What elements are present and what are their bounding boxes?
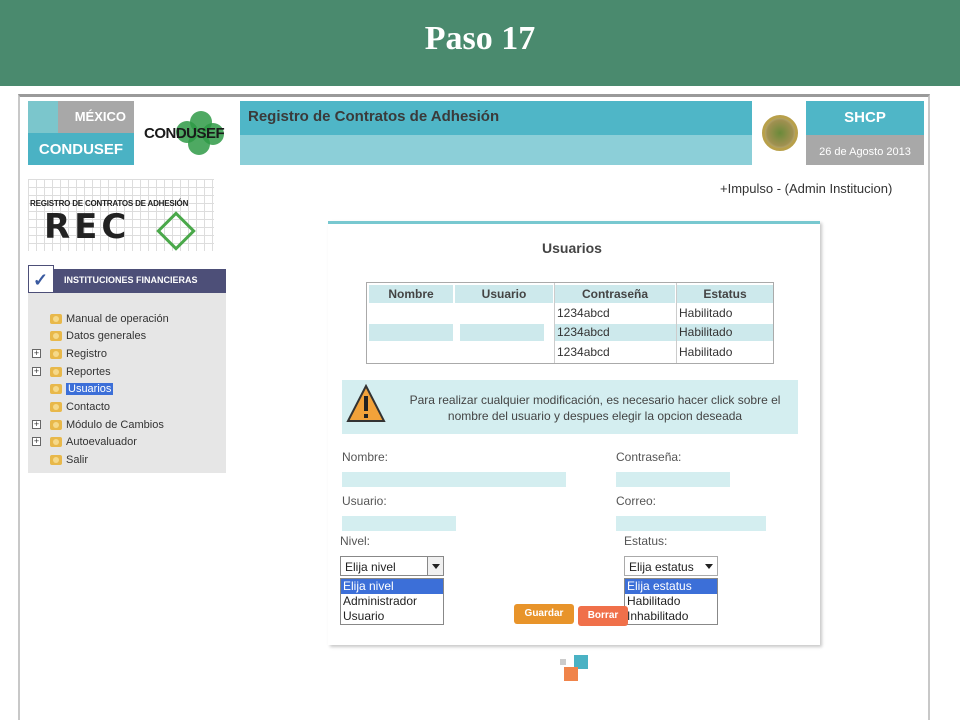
header-date: 26 de Agosto 2013: [806, 135, 924, 165]
warning-text: Para realizar cualquier modificación, es…: [409, 393, 781, 423]
sidebar-item-contacto[interactable]: Contacto: [28, 399, 226, 416]
folder-icon: [50, 437, 62, 447]
expand-icon[interactable]: +: [32, 367, 41, 376]
table-row-1-nombre[interactable]: [369, 305, 453, 322]
condusef-logo: CONDUSEF: [134, 101, 240, 165]
chevron-down-icon[interactable]: [701, 557, 717, 575]
col-header-contrasena: Contraseña: [555, 285, 675, 303]
sidebar-item-manual[interactable]: Manual de operación: [28, 311, 226, 328]
sidebar-item-registro[interactable]: + Registro: [28, 346, 226, 363]
table-row-3-estatus: Habilitado: [679, 345, 733, 359]
table-row-2-usuario: [460, 324, 544, 341]
warning-box: Para realizar cualquier modificación, es…: [342, 380, 798, 434]
reca-logo: REGISTRO DE CONTRATOS DE ADHESIÓN REC: [28, 179, 214, 251]
contrasena-input[interactable]: [616, 472, 730, 487]
deco-square-gray: [560, 659, 566, 665]
expand-icon[interactable]: +: [32, 437, 41, 446]
nivel-label: Nivel:: [340, 534, 371, 548]
folder-icon: [50, 384, 62, 394]
sidebar-item-salir[interactable]: Salir: [28, 452, 226, 469]
guardar-button[interactable]: Guardar: [514, 604, 574, 624]
sidebar-item-usuarios[interactable]: Usuarios: [28, 381, 226, 398]
folder-icon: [50, 349, 62, 359]
usuario-label: Usuario:: [342, 494, 387, 508]
folder-icon: [50, 455, 62, 465]
user-info[interactable]: +Impulso - (Admin Institucion): [720, 181, 892, 196]
usuario-input[interactable]: [342, 516, 456, 531]
estatus-select[interactable]: Elija estatus: [624, 556, 718, 576]
estatus-label: Estatus:: [624, 534, 668, 548]
contrasena-label: Contraseña:: [616, 450, 682, 464]
app-title: Registro de Contratos de Adhesión: [248, 108, 500, 125]
sidebar-item-modulo-cambios[interactable]: + Módulo de Cambios: [28, 417, 226, 434]
table-row-1-estatus: Habilitado: [679, 306, 733, 320]
header-light-band: [240, 135, 752, 165]
sidebar-item-datos-generales[interactable]: Datos generales: [28, 328, 226, 345]
sidebar-item-autoevaluador[interactable]: + Autoevaluador: [28, 434, 226, 451]
slide-header: Paso 17: [0, 0, 960, 86]
table-row-3-nombre[interactable]: [369, 344, 453, 361]
table-row-1-usuario: [455, 305, 553, 322]
folder-icon: [50, 402, 62, 412]
col-header-estatus: Estatus: [677, 285, 773, 303]
panel-title: Usuarios: [542, 240, 602, 256]
estatus-dropdown-list: Elija estatus Habilitado Inhabilitado: [624, 578, 718, 625]
header-teal-block: [28, 101, 58, 133]
expand-icon[interactable]: +: [32, 420, 41, 429]
folder-icon: [50, 331, 62, 341]
usuarios-panel: Usuarios Nombre Usuario Contraseña Estat…: [328, 221, 820, 645]
institutions-bar: ✓ INSTITUCIONES FINANCIERAS: [28, 265, 226, 293]
nombre-input[interactable]: [342, 472, 566, 487]
seal-icon: [762, 115, 798, 151]
table-row-3-usuario: [455, 344, 553, 361]
slide-title: Paso 17: [424, 20, 536, 57]
nivel-select[interactable]: Elija nivel: [340, 556, 444, 576]
sidebar-item-reportes[interactable]: + Reportes: [28, 364, 226, 381]
chevron-down-icon[interactable]: [427, 557, 443, 575]
col-header-usuario: Usuario: [455, 285, 553, 303]
table-row-1-contrasena: 1234abcd: [557, 306, 610, 320]
folder-icon: [50, 314, 62, 324]
warning-icon: [346, 384, 386, 422]
deco-square-orange: [564, 667, 578, 681]
header-condusef-band: CONDUSEF: [28, 133, 134, 165]
users-table: Nombre Usuario Contraseña Estatus 1234ab…: [366, 282, 774, 364]
expand-icon[interactable]: +: [32, 349, 41, 358]
logo-text: CONDUSEF: [144, 125, 225, 142]
correo-input[interactable]: [616, 516, 766, 531]
table-row-2-estatus: Habilitado: [679, 325, 733, 339]
nivel-option[interactable]: Elija nivel: [341, 579, 443, 594]
col-header-nombre: Nombre: [369, 285, 453, 303]
reca-word: REC: [44, 207, 131, 247]
folder-icon: [50, 367, 62, 377]
table-row-2-contrasena: 1234abcd: [557, 325, 610, 339]
mexico-seal: [752, 101, 806, 165]
estatus-option[interactable]: Habilitado: [625, 594, 717, 609]
nombre-label: Nombre:: [342, 450, 389, 464]
institutions-label: INSTITUCIONES FINANCIERAS: [64, 275, 198, 285]
nivel-dropdown-list: Elija nivel Administrador Usuario: [340, 578, 444, 625]
estatus-option[interactable]: Elija estatus: [625, 579, 717, 594]
nivel-option[interactable]: Administrador: [341, 594, 443, 609]
estatus-option[interactable]: Inhabilitado: [625, 609, 717, 624]
nivel-option[interactable]: Usuario: [341, 609, 443, 624]
table-row-2-nombre[interactable]: [369, 324, 453, 341]
sidebar-menu: Manual de operación Datos generales + Re…: [28, 293, 226, 473]
borrar-button[interactable]: Borrar: [578, 606, 628, 626]
screenshot-frame: MÉXICO CONDUSEF CONDUSEF Registro de Con…: [18, 94, 930, 720]
header-shcp: SHCP: [806, 101, 924, 135]
folder-icon: [50, 420, 62, 430]
header-title-band: Registro de Contratos de Adhesión: [240, 101, 752, 135]
table-row-3-contrasena: 1234abcd: [557, 345, 610, 359]
correo-label: Correo:: [616, 494, 657, 508]
checklist-icon: ✓: [28, 265, 54, 293]
